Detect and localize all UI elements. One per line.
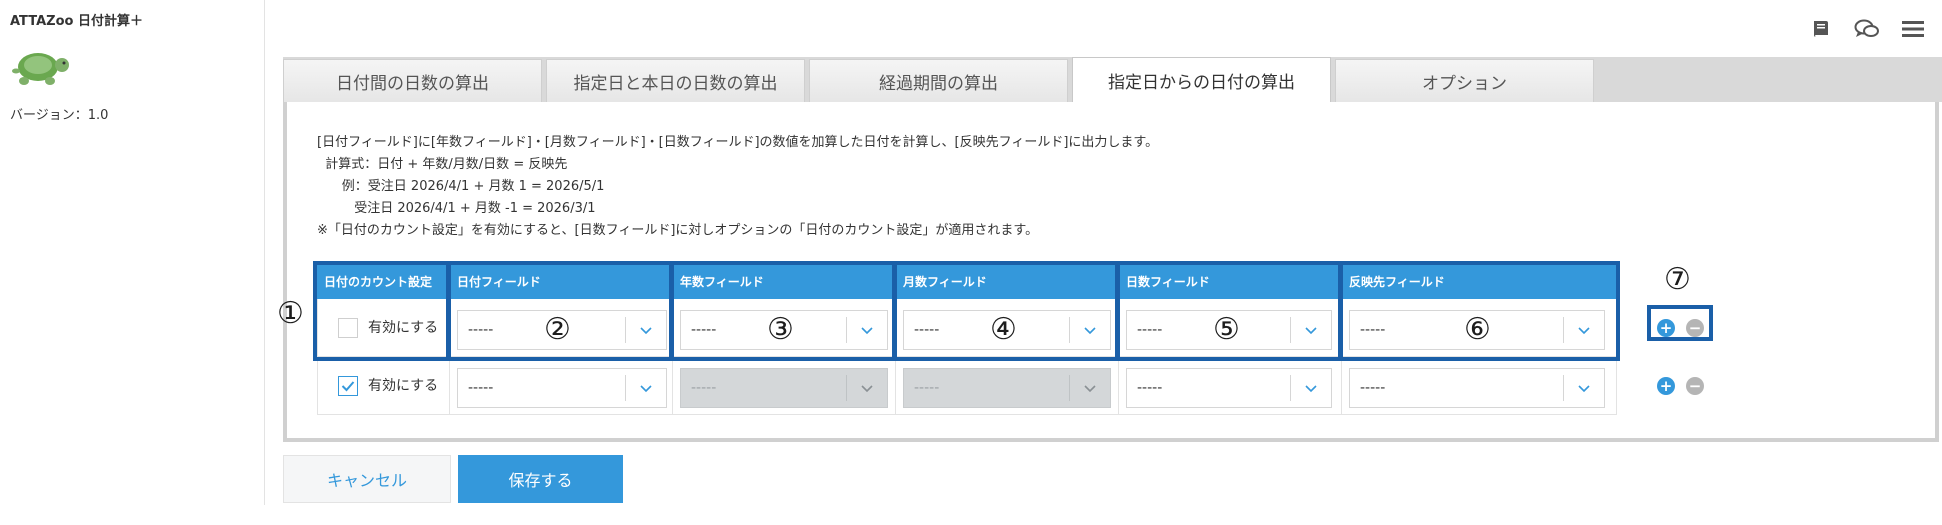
chevron-down-icon (1305, 385, 1317, 393)
remove-row-button[interactable]: − (1686, 319, 1704, 337)
table-row-2-target-cell: ----- (1342, 357, 1617, 415)
date-field-select[interactable]: ----- (457, 310, 667, 350)
tab-date-from-specified-day[interactable]: 指定日からの日付の算出 (1072, 57, 1331, 102)
annotation-number-7: ⑦ (1664, 262, 1691, 297)
header-date-field: 日付フィールド (450, 265, 672, 299)
tab-elapsed-period[interactable]: 経過期間の算出 (809, 59, 1068, 102)
select-value: ----- (1360, 322, 1386, 338)
select-value: ----- (691, 380, 717, 396)
book-icon[interactable] (1808, 16, 1834, 42)
table-row-2-months-cell: ----- (896, 357, 1119, 415)
tab-days-from-today[interactable]: 指定日と本日の日数の算出 (546, 59, 805, 102)
date-field-select[interactable]: ----- (457, 368, 667, 408)
chevron-down-icon (1305, 327, 1317, 335)
save-button[interactable]: 保存する (458, 455, 623, 503)
select-value: ----- (1137, 322, 1163, 338)
chevron-down-icon (640, 327, 652, 335)
description-line: [日付フィールド]に[年数フィールド]・[月数フィールド]・[日数フィールド]の… (317, 135, 1159, 150)
table-row-1-count-cell: 有効にする (317, 299, 450, 357)
annotation-frame-7 (1647, 305, 1713, 341)
table-row-1-years-cell: ----- (673, 299, 896, 357)
count-setting-checkbox-checked[interactable] (338, 376, 358, 396)
hamburger-menu-icon[interactable] (1900, 16, 1926, 42)
header-target-field: 反映先フィールド (1342, 265, 1617, 299)
checkmark-icon (341, 381, 355, 392)
table-row-1-days-cell: ----- (1119, 299, 1342, 357)
months-field-select[interactable]: ----- (903, 310, 1111, 350)
chevron-down-icon (640, 385, 652, 393)
top-toolbar (1808, 16, 1926, 42)
remove-row-button[interactable]: − (1686, 377, 1704, 395)
days-field-select[interactable]: ----- (1126, 368, 1332, 408)
table-row-1-date-cell: ----- (450, 299, 673, 357)
checkbox-label: 有効にする (368, 378, 439, 394)
table-row-2-count-cell: 有効にする (317, 357, 450, 415)
years-field-select[interactable]: ----- (680, 310, 888, 350)
settings-panel: [日付フィールド]に[年数フィールド]・[月数フィールド]・[日数フィールド]の… (277, 102, 1939, 442)
select-value: ----- (1360, 380, 1386, 396)
tab-options[interactable]: オプション (1335, 59, 1594, 102)
add-row-button[interactable]: + (1657, 319, 1675, 337)
months-field-select-disabled: ----- (903, 368, 1111, 408)
cancel-button[interactable]: キャンセル (283, 455, 451, 503)
table-row-2-years-cell: ----- (673, 357, 896, 415)
table-row-2-date-cell: ----- (450, 357, 673, 415)
tab-bar: 日付間の日数の算出 指定日と本日の日数の算出 経過期間の算出 指定日からの日付の… (283, 57, 1942, 102)
table-row-2-days-cell: ----- (1119, 357, 1342, 415)
target-field-select[interactable]: ----- (1349, 310, 1605, 350)
annotation-number-1: ① (277, 296, 304, 331)
tab-days-between-dates[interactable]: 日付間の日数の算出 (283, 59, 542, 102)
header-years-field: 年数フィールド (673, 265, 895, 299)
years-field-select-disabled: ----- (680, 368, 888, 408)
description-line: ※「日付のカウント設定」を有効にすると、[日数フィールド]に対しオプションの「日… (317, 223, 1039, 238)
table-row-1-target-cell: ----- (1342, 299, 1617, 357)
description: [日付フィールド]に[年数フィールド]・[月数フィールド]・[日数フィールド]の… (317, 132, 1158, 242)
count-setting-checkbox[interactable] (338, 318, 358, 338)
select-value: ----- (1137, 380, 1163, 396)
description-line: 例：受注日 2026/4/1 + 月数 1 = 2026/5/1 (317, 179, 605, 194)
select-value: ----- (914, 322, 940, 338)
chevron-down-icon (1084, 385, 1096, 393)
select-value: ----- (468, 322, 494, 338)
checkbox-label: 有効にする (368, 320, 439, 336)
chevron-down-icon (1578, 385, 1590, 393)
chevron-down-icon (1578, 327, 1590, 335)
chat-bubbles-icon[interactable] (1854, 16, 1880, 42)
chevron-down-icon (861, 327, 873, 335)
select-value: ----- (914, 380, 940, 396)
select-value: ----- (468, 380, 494, 396)
sidebar: ATTAZoo 日付計算＋ バージョン：1.0 (0, 0, 265, 505)
version-label: バージョン：1.0 (10, 108, 109, 123)
turtle-icon (12, 53, 69, 85)
header-days-field: 日数フィールド (1119, 265, 1341, 299)
app-title: ATTAZoo 日付計算＋ (10, 14, 143, 29)
chevron-down-icon (861, 385, 873, 393)
table-row-1-months-cell: ----- (896, 299, 1119, 357)
target-field-select[interactable]: ----- (1349, 368, 1605, 408)
select-value: ----- (691, 322, 717, 338)
description-line: 受注日 2026/4/1 + 月数 -1 = 2026/3/1 (317, 201, 596, 216)
add-row-button[interactable]: + (1657, 377, 1675, 395)
header-months-field: 月数フィールド (896, 265, 1118, 299)
days-field-select[interactable]: ----- (1126, 310, 1332, 350)
chevron-down-icon (1084, 327, 1096, 335)
description-line: 計算式：日付 + 年数/月数/日数 = 反映先 (317, 157, 568, 172)
header-count-setting: 日付のカウント設定 (317, 265, 449, 299)
